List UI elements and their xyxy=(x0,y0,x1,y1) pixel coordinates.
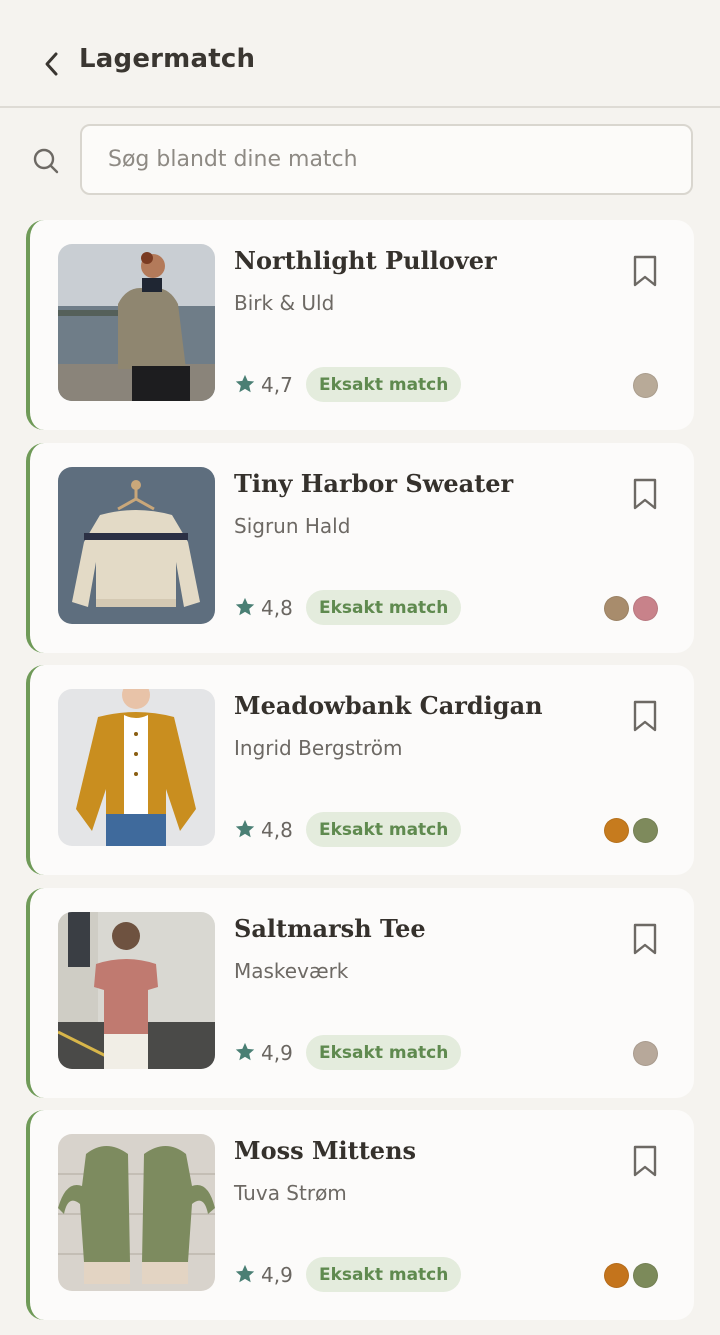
pattern-card[interactable]: Saltmarsh Tee Maskeværk 4,9 Eksakt match xyxy=(26,888,694,1098)
pattern-designer: Sigrun Hald xyxy=(234,514,351,538)
pattern-image xyxy=(58,1134,215,1291)
rating-value: 4,8 xyxy=(261,596,293,620)
pattern-title[interactable]: Northlight Pullover xyxy=(234,246,497,275)
page-title: Lagermatch xyxy=(79,44,256,74)
pattern-title[interactable]: Moss Mittens xyxy=(234,1136,416,1165)
match-badge: Eksakt match xyxy=(306,812,462,847)
rating-value: 4,8 xyxy=(261,818,293,842)
bookmark-icon[interactable] xyxy=(630,922,660,956)
yarn-swatch xyxy=(633,373,658,398)
pattern-designer: Tuva Strøm xyxy=(234,1181,347,1205)
pattern-image xyxy=(58,912,215,1069)
yarn-swatch xyxy=(604,1263,629,1288)
pattern-title[interactable]: Saltmarsh Tee xyxy=(234,914,426,943)
yarn-swatch xyxy=(604,818,629,843)
pattern-title[interactable]: Tiny Harbor Sweater xyxy=(234,469,513,498)
app-header: Lagermatch xyxy=(0,0,720,108)
match-badge: Eksakt match xyxy=(306,1035,462,1070)
pattern-title[interactable]: Meadowbank Cardigan xyxy=(234,691,543,720)
pattern-card[interactable]: Meadowbank Cardigan Ingrid Bergström 4,8… xyxy=(26,665,694,875)
yarn-swatches xyxy=(604,1263,658,1288)
bookmark-icon[interactable] xyxy=(630,477,660,511)
bookmark-icon[interactable] xyxy=(630,254,660,288)
yarn-swatches xyxy=(633,1041,658,1066)
search-icon xyxy=(33,148,59,174)
pattern-card[interactable]: Northlight Pullover Birk & Uld 4,7 Eksak… xyxy=(26,220,694,430)
back-button[interactable] xyxy=(36,46,68,82)
match-badge: Eksakt match xyxy=(306,367,462,402)
star-icon xyxy=(235,1042,255,1061)
match-badge: Eksakt match xyxy=(306,590,462,625)
yarn-swatch xyxy=(633,818,658,843)
pattern-card[interactable]: Tiny Harbor Sweater Sigrun Hald 4,8 Eksa… xyxy=(26,443,694,653)
yarn-swatch xyxy=(633,596,658,621)
rating-value: 4,9 xyxy=(261,1041,293,1065)
pattern-designer: Ingrid Bergström xyxy=(234,736,403,760)
yarn-swatches xyxy=(633,373,658,398)
star-icon xyxy=(235,819,255,838)
yarn-swatch xyxy=(604,596,629,621)
star-icon xyxy=(235,1264,255,1283)
pattern-designer: Birk & Uld xyxy=(234,291,335,315)
bookmark-icon[interactable] xyxy=(630,1144,660,1178)
chevron-left-icon xyxy=(45,52,58,76)
pattern-card[interactable]: Moss Mittens Tuva Strøm 4,9 Eksakt match xyxy=(26,1110,694,1320)
search-input[interactable] xyxy=(80,124,693,195)
bookmark-icon[interactable] xyxy=(630,699,660,733)
pattern-image xyxy=(58,689,215,846)
yarn-swatch xyxy=(633,1041,658,1066)
star-icon xyxy=(235,374,255,393)
yarn-swatches xyxy=(604,818,658,843)
pattern-image xyxy=(58,244,215,401)
yarn-swatch xyxy=(633,1263,658,1288)
rating-value: 4,9 xyxy=(261,1263,293,1287)
match-badge: Eksakt match xyxy=(306,1257,462,1292)
star-icon xyxy=(235,597,255,616)
pattern-image xyxy=(58,467,215,624)
rating-value: 4,7 xyxy=(261,373,293,397)
yarn-swatches xyxy=(604,596,658,621)
pattern-designer: Maskeværk xyxy=(234,959,349,983)
